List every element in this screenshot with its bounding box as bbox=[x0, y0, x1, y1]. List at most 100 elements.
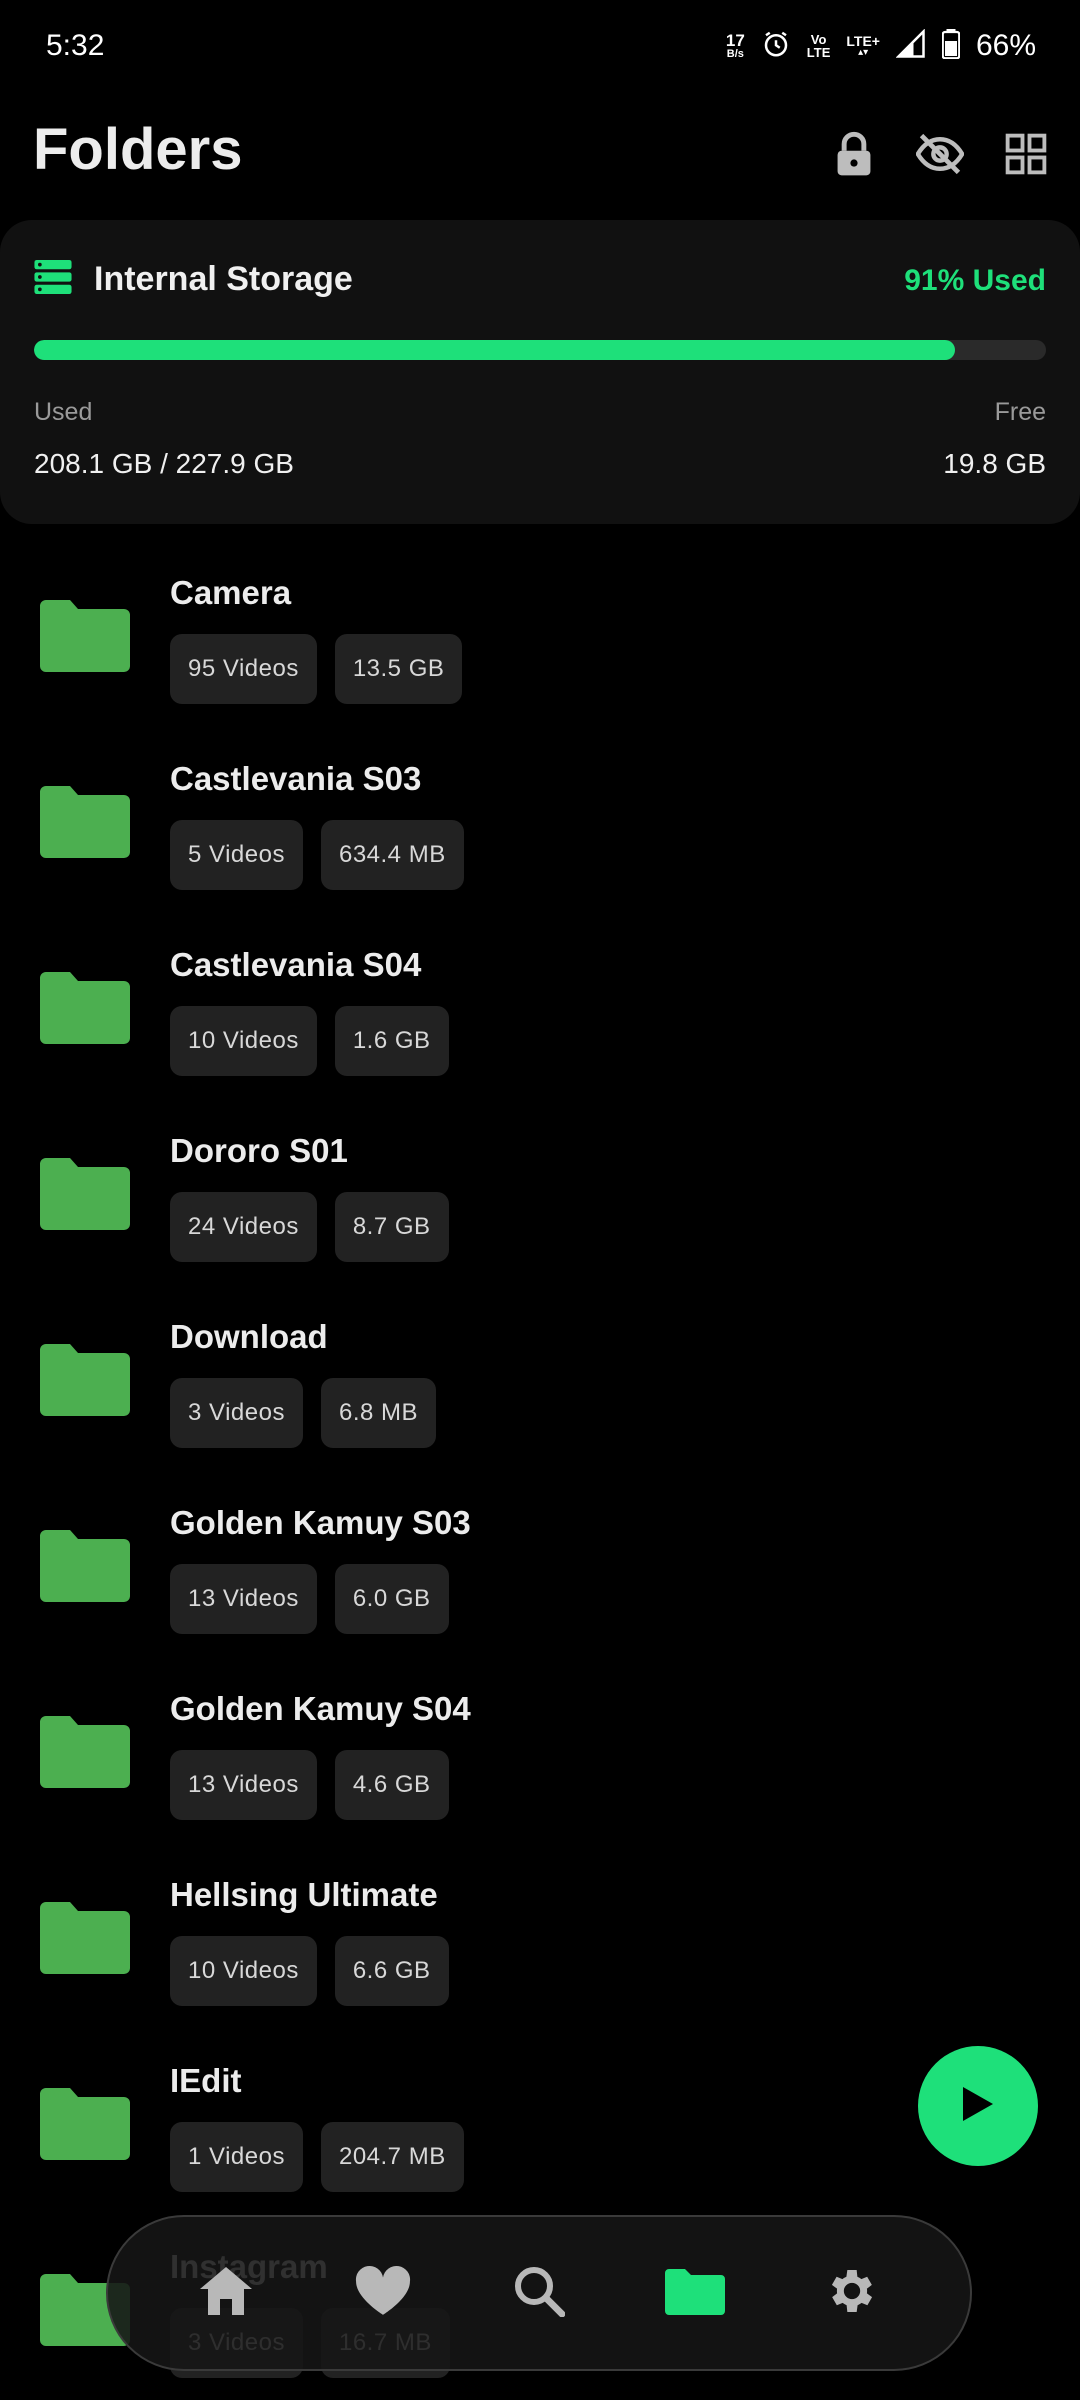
page-title: Folders bbox=[33, 117, 243, 182]
battery-icon bbox=[941, 28, 961, 64]
used-label: Used bbox=[34, 398, 93, 426]
network-speed-unit: B/s bbox=[726, 48, 744, 60]
folder-name: Golden Kamuy S03 bbox=[170, 1504, 471, 1541]
folder-icon bbox=[40, 784, 130, 858]
gear-icon bbox=[824, 2263, 880, 2324]
folder-icon bbox=[40, 1156, 130, 1230]
nav-folders[interactable] bbox=[655, 2253, 735, 2333]
home-icon bbox=[198, 2265, 254, 2322]
folder-info-chips: 95 Videos 13.5 GB bbox=[170, 634, 463, 704]
folder-size: 6.0 GB bbox=[334, 1564, 449, 1634]
folder-icon bbox=[40, 1528, 130, 1602]
nav-home[interactable] bbox=[186, 2253, 266, 2333]
folder-list-item[interactable]: Hellsing Ultimate 10 Videos 6.6 GB bbox=[0, 1850, 1080, 2036]
folder-icon bbox=[665, 2267, 726, 2320]
folder-name: Download bbox=[170, 1318, 328, 1355]
folder-video-count: 10 Videos bbox=[170, 1006, 317, 1076]
folder-size: 204.7 MB bbox=[320, 2122, 464, 2192]
nav-settings[interactable] bbox=[812, 2253, 892, 2333]
status-time: 5:32 bbox=[46, 29, 105, 62]
folder-info-chips: 24 Videos 8.7 GB bbox=[170, 1192, 449, 1262]
used-value: 208.1 GB / 227.9 GB bbox=[34, 448, 294, 479]
volte-indicator: Vo LTE bbox=[807, 33, 831, 59]
storage-progress-fill bbox=[34, 340, 955, 360]
folder-list-item[interactable]: Golden Kamuy S03 13 Videos 6.0 GB bbox=[0, 1478, 1080, 1664]
app-header: Folders bbox=[0, 110, 1080, 200]
folder-info-chips: 5 Videos 634.4 MB bbox=[170, 820, 464, 890]
volte-bottom-text: LTE bbox=[806, 45, 831, 60]
nav-favorites[interactable] bbox=[343, 2253, 423, 2333]
folder-list-item[interactable]: Castlevania S03 5 Videos 634.4 MB bbox=[0, 734, 1080, 920]
folder-video-count: 5 Videos bbox=[170, 820, 303, 890]
folder-info-chips: 10 Videos 6.6 GB bbox=[170, 1936, 449, 2006]
folder-size: 6.6 GB bbox=[334, 1936, 449, 2006]
free-label: Free bbox=[994, 398, 1046, 426]
folder-info-chips: 10 Videos 1.6 GB bbox=[170, 1006, 449, 1076]
folder-list-item[interactable]: Camera 95 Videos 13.5 GB bbox=[0, 548, 1080, 734]
lte-indicator: LTE+ ▴▾ bbox=[846, 34, 880, 58]
folder-video-count: 13 Videos bbox=[170, 1564, 317, 1634]
folder-icon bbox=[40, 1714, 130, 1788]
folder-info-chips: 3 Videos 6.8 MB bbox=[170, 1378, 436, 1448]
play-button[interactable] bbox=[918, 2046, 1038, 2166]
folder-size: 4.6 GB bbox=[334, 1750, 449, 1820]
folder-list: Camera 95 Videos 13.5 GB Castlevania S03… bbox=[0, 548, 1080, 2400]
folder-size: 13.5 GB bbox=[334, 634, 463, 704]
status-icons: 17 B/s Vo LTE LTE+ ▴▾ 66% bbox=[726, 27, 1036, 64]
folder-name: Golden Kamuy S04 bbox=[170, 1690, 471, 1727]
play-icon bbox=[961, 2085, 995, 2128]
folder-info-chips: 13 Videos 6.0 GB bbox=[170, 1564, 449, 1634]
storage-title-row: Internal Storage bbox=[34, 260, 353, 299]
folder-video-count: 95 Videos bbox=[170, 634, 317, 704]
grid-view-icon[interactable] bbox=[1002, 130, 1050, 178]
folder-list-item[interactable]: Golden Kamuy S04 13 Videos 4.6 GB bbox=[0, 1664, 1080, 1850]
folder-icon bbox=[40, 970, 130, 1044]
folder-video-count: 3 Videos bbox=[170, 1378, 303, 1448]
storage-percent-used: 91% Used bbox=[904, 264, 1046, 297]
storage-progress-bar bbox=[34, 340, 1046, 360]
folder-name: Hellsing Ultimate bbox=[170, 1876, 438, 1913]
nav-search[interactable] bbox=[499, 2253, 579, 2333]
folder-icon bbox=[40, 598, 130, 672]
data-arrows-icon: ▴▾ bbox=[858, 47, 869, 58]
network-speed: 17 B/s bbox=[726, 32, 745, 60]
storage-card: Internal Storage 91% Used Used Free 208.… bbox=[0, 220, 1080, 524]
alarm-icon bbox=[761, 29, 791, 64]
network-speed-value: 17 bbox=[725, 31, 745, 50]
folder-video-count: 10 Videos bbox=[170, 1936, 317, 2006]
folder-name: IEdit bbox=[170, 2062, 242, 2099]
folder-name: Camera bbox=[170, 574, 292, 611]
storage-icon bbox=[34, 260, 72, 299]
lte-text: LTE+ bbox=[846, 33, 880, 49]
eye-off-icon[interactable] bbox=[916, 130, 964, 178]
folder-info-chips: 13 Videos 4.6 GB bbox=[170, 1750, 449, 1820]
folder-info-chips: 1 Videos 204.7 MB bbox=[170, 2122, 464, 2192]
folder-size: 1.6 GB bbox=[334, 1006, 449, 1076]
folder-icon bbox=[40, 1900, 130, 1974]
folder-name: Castlevania S04 bbox=[170, 946, 422, 983]
lock-icon[interactable] bbox=[830, 130, 878, 178]
bottom-navigation bbox=[106, 2215, 972, 2371]
folder-icon bbox=[40, 2086, 130, 2160]
signal-icon bbox=[895, 27, 926, 64]
folder-size: 8.7 GB bbox=[334, 1192, 449, 1262]
folder-name: Dororo S01 bbox=[170, 1132, 348, 1169]
header-actions bbox=[830, 130, 1050, 178]
storage-title: Internal Storage bbox=[94, 260, 353, 298]
status-bar: 5:32 17 B/s Vo LTE LTE+ ▴▾ 66% bbox=[0, 0, 1080, 92]
search-icon bbox=[513, 2265, 566, 2322]
folder-name: Castlevania S03 bbox=[170, 760, 422, 797]
folder-icon bbox=[40, 1342, 130, 1416]
battery-percent: 66% bbox=[975, 29, 1036, 62]
folder-size: 6.8 MB bbox=[320, 1378, 436, 1448]
folder-list-item[interactable]: IEdit 1 Videos 204.7 MB bbox=[0, 2036, 1080, 2222]
folder-list-item[interactable]: Download 3 Videos 6.8 MB bbox=[0, 1292, 1080, 1478]
folder-list-item[interactable]: Castlevania S04 10 Videos 1.6 GB bbox=[0, 920, 1080, 1106]
free-value: 19.8 GB bbox=[943, 448, 1046, 479]
folder-video-count: 13 Videos bbox=[170, 1750, 317, 1820]
heart-icon bbox=[354, 2265, 412, 2322]
folder-video-count: 24 Videos bbox=[170, 1192, 317, 1262]
folder-size: 634.4 MB bbox=[320, 820, 464, 890]
folder-list-item[interactable]: Dororo S01 24 Videos 8.7 GB bbox=[0, 1106, 1080, 1292]
folder-video-count: 1 Videos bbox=[170, 2122, 303, 2192]
